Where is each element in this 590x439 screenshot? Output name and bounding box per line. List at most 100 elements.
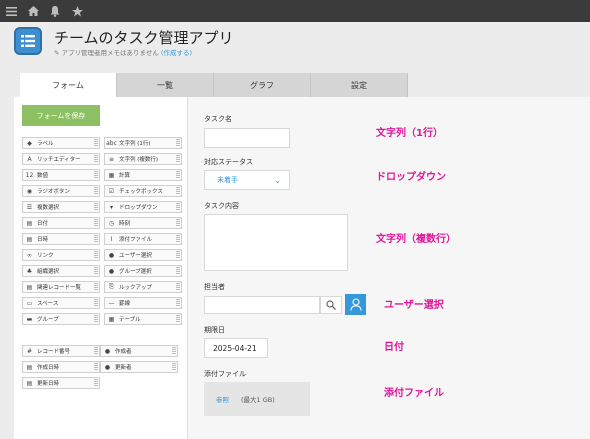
- palette-item[interactable]: ▤ 関連レコード一覧: [22, 281, 100, 293]
- palette-item-label: 文字列 (1行): [119, 141, 151, 147]
- palette-item[interactable]: abc 文字列 (1行): [104, 137, 182, 149]
- palette-item-label: ラベル: [37, 141, 54, 147]
- drag-handle-icon[interactable]: [94, 251, 98, 259]
- drag-handle-icon[interactable]: [94, 187, 98, 195]
- drag-handle-icon[interactable]: [94, 267, 98, 275]
- assignee-input[interactable]: [204, 296, 320, 314]
- tab-bar: フォーム 一覧 グラフ 設定: [20, 73, 408, 97]
- due-date-input[interactable]: 2025-04-21: [204, 338, 268, 358]
- palette-item[interactable]: ▬ グループ: [22, 313, 100, 325]
- memo-edit-icon: ✎: [54, 49, 60, 57]
- drag-handle-icon[interactable]: [94, 283, 98, 291]
- palette-item[interactable]: ◉ ラジオボタン: [22, 185, 100, 197]
- home-icon[interactable]: [22, 0, 44, 22]
- browse-link[interactable]: 参照: [216, 394, 229, 404]
- datetime-icon: ▤: [26, 235, 33, 243]
- palette-item-label: リッチエディター: [37, 157, 81, 163]
- palette-item[interactable]: ⌇ 添付ファイル: [104, 233, 182, 245]
- bell-icon[interactable]: [44, 0, 66, 22]
- drag-handle-icon[interactable]: [172, 363, 176, 371]
- palette-item[interactable]: ☰ 複数選択: [22, 201, 100, 213]
- palette-item-label: 複数選択: [37, 205, 60, 211]
- palette-item-label: 添付ファイル: [119, 237, 153, 243]
- annotation-attachment: 添付ファイル: [384, 388, 444, 399]
- annotation-dropdown: ドロップダウン: [376, 172, 446, 183]
- menu-icon[interactable]: [0, 0, 22, 22]
- palette-item[interactable]: ▤ 日付: [22, 217, 100, 229]
- drag-handle-icon[interactable]: [94, 363, 98, 371]
- drag-handle-icon[interactable]: [94, 171, 98, 179]
- palette-item[interactable]: — 罫線: [104, 297, 182, 309]
- palette-item[interactable]: ▤ 更新日時: [22, 377, 100, 389]
- palette-item[interactable]: ▦ 計算: [104, 169, 182, 181]
- palette-item[interactable]: ◷ 時刻: [104, 217, 182, 229]
- content-label: タスク内容: [204, 202, 239, 210]
- palette-item[interactable]: ◆ ラベル: [22, 137, 100, 149]
- palette-item[interactable]: ● ユーザー選択: [104, 249, 182, 261]
- palette-item[interactable]: ▤ 日時: [22, 233, 100, 245]
- drag-handle-icon[interactable]: [176, 315, 180, 323]
- palette-item[interactable]: ∞ リンク: [22, 249, 100, 261]
- tab-graph[interactable]: グラフ: [214, 73, 311, 97]
- drag-handle-icon[interactable]: [94, 379, 98, 387]
- palette-item[interactable]: ▦ テーブル: [104, 313, 182, 325]
- task-name-input[interactable]: [204, 128, 290, 148]
- drag-handle-icon[interactable]: [94, 299, 98, 307]
- drag-handle-icon[interactable]: [94, 219, 98, 227]
- palette-item[interactable]: ● グループ選択: [104, 265, 182, 277]
- palette-item[interactable]: # レコード番号: [22, 345, 100, 357]
- palette-item[interactable]: ● 更新者: [100, 361, 178, 373]
- drag-handle-icon[interactable]: [176, 251, 180, 259]
- palette-item-label: 更新日時: [37, 381, 60, 387]
- palette-item[interactable]: ● 作成者: [100, 345, 178, 357]
- star-icon[interactable]: [66, 0, 88, 22]
- palette-item-label: グループ選択: [119, 269, 152, 275]
- palette-item[interactable]: ▭ スペース: [22, 297, 100, 309]
- palette-item[interactable]: ▾ ドロップダウン: [104, 201, 182, 213]
- table-icon: ▦: [108, 315, 115, 323]
- drag-handle-icon[interactable]: [176, 219, 180, 227]
- user-select-button[interactable]: [345, 294, 366, 315]
- palette-item[interactable]: ≡ 文字列 (複数行): [104, 153, 182, 165]
- drag-handle-icon[interactable]: [94, 315, 98, 323]
- tab-list[interactable]: 一覧: [117, 73, 214, 97]
- status-dropdown[interactable]: 未着手 ⌄: [204, 170, 290, 190]
- tab-settings[interactable]: 設定: [311, 73, 408, 97]
- app-list-icon: [14, 27, 42, 55]
- drag-handle-icon[interactable]: [176, 235, 180, 243]
- drag-handle-icon[interactable]: [94, 139, 98, 147]
- palette-item-label: ドロップダウン: [119, 205, 158, 211]
- drag-handle-icon[interactable]: [94, 155, 98, 163]
- palette-item[interactable]: A リッチエディター: [22, 153, 100, 165]
- save-form-button[interactable]: フォームを保存: [22, 105, 100, 126]
- palette-item[interactable]: ⎘ ルックアップ: [104, 281, 182, 293]
- drag-handle-icon[interactable]: [176, 171, 180, 179]
- palette-item[interactable]: ♣ 組織選択: [22, 265, 100, 277]
- palette-item[interactable]: ▤ 作成日時: [22, 361, 100, 373]
- palette-item-label: 時刻: [119, 221, 131, 227]
- tab-form[interactable]: フォーム: [20, 73, 117, 97]
- drag-handle-icon[interactable]: [176, 283, 180, 291]
- palette-item[interactable]: 12 数値: [22, 169, 100, 181]
- annotation-text-multi: 文字列（複数行）: [376, 234, 456, 245]
- drag-handle-icon[interactable]: [94, 235, 98, 243]
- search-icon[interactable]: [320, 296, 342, 314]
- drag-handle-icon[interactable]: [176, 155, 180, 163]
- drag-handle-icon[interactable]: [176, 203, 180, 211]
- drag-handle-icon[interactable]: [176, 267, 180, 275]
- drag-handle-icon[interactable]: [176, 139, 180, 147]
- create-memo-link[interactable]: (作成する): [161, 49, 192, 57]
- space-icon: ▭: [26, 299, 33, 307]
- updated-at-icon: ▤: [26, 379, 33, 387]
- link-icon: ∞: [27, 251, 32, 259]
- content-textarea[interactable]: [204, 214, 348, 271]
- label-icon: ◆: [27, 139, 32, 147]
- drag-handle-icon[interactable]: [176, 299, 180, 307]
- drag-handle-icon[interactable]: [94, 203, 98, 211]
- drag-handle-icon[interactable]: [176, 187, 180, 195]
- drag-handle-icon[interactable]: [172, 347, 176, 355]
- org-select-icon: ♣: [26, 267, 33, 275]
- palette-item-label: 作成者: [115, 349, 132, 355]
- palette-item[interactable]: ☑ チェックボックス: [104, 185, 182, 197]
- drag-handle-icon[interactable]: [94, 347, 98, 355]
